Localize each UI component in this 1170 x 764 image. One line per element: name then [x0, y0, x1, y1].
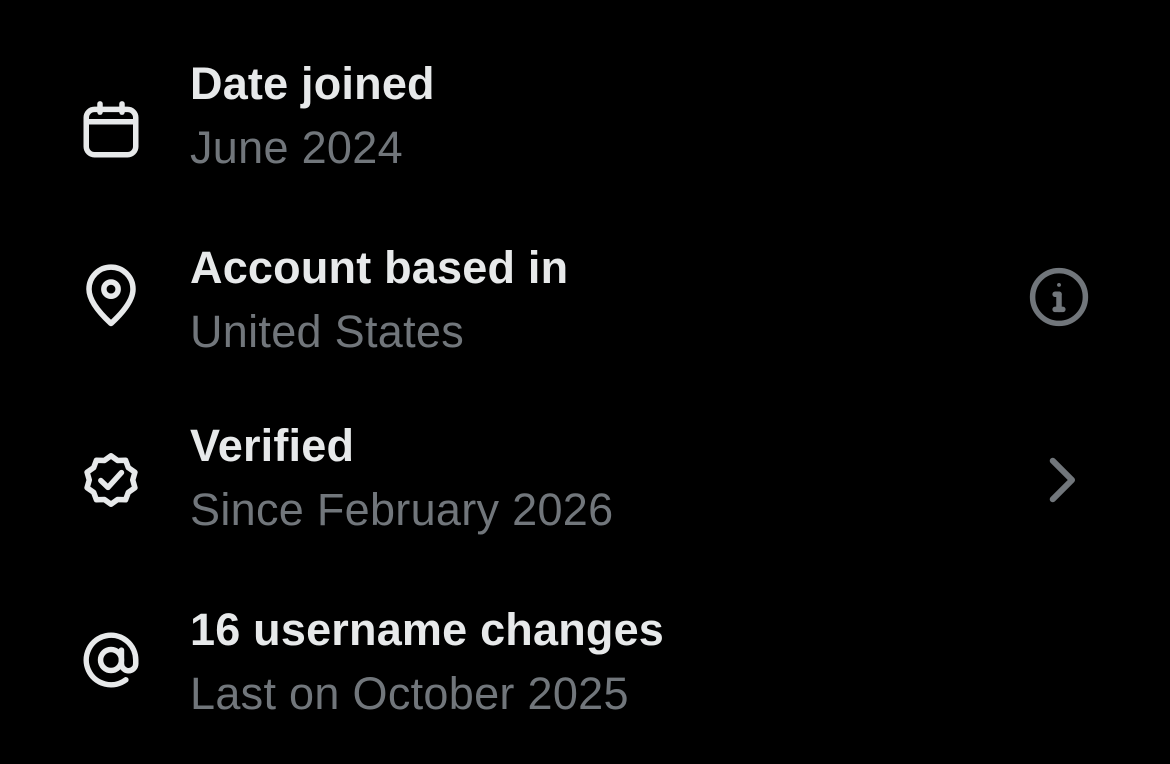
row-verified[interactable]: Verified Since February 2026 [0, 416, 1170, 576]
chevron-right-icon[interactable] [1028, 447, 1094, 513]
row-account-based-in: Account based in United States [0, 234, 1170, 394]
row-date-joined: Date joined June 2024 [0, 50, 1170, 210]
row-subtitle: June 2024 [190, 122, 403, 173]
row-title: 16 username changes [190, 604, 665, 655]
row-username-changes: 16 username changes Last on October 2025 [0, 598, 1170, 758]
verified-badge-icon [78, 447, 144, 513]
row-subtitle: Last on October 2025 [190, 668, 629, 719]
location-pin-icon [78, 263, 144, 329]
row-title: Date joined [190, 58, 435, 109]
account-info-list: Date joined June 2024 Account based in U… [0, 0, 1170, 764]
row-title: Account based in [190, 242, 569, 293]
row-title: Verified [190, 420, 355, 471]
at-sign-icon [78, 627, 144, 693]
calendar-icon [78, 97, 144, 163]
info-icon[interactable] [1026, 264, 1092, 330]
row-subtitle: Since February 2026 [190, 484, 614, 535]
row-subtitle: United States [190, 306, 465, 357]
